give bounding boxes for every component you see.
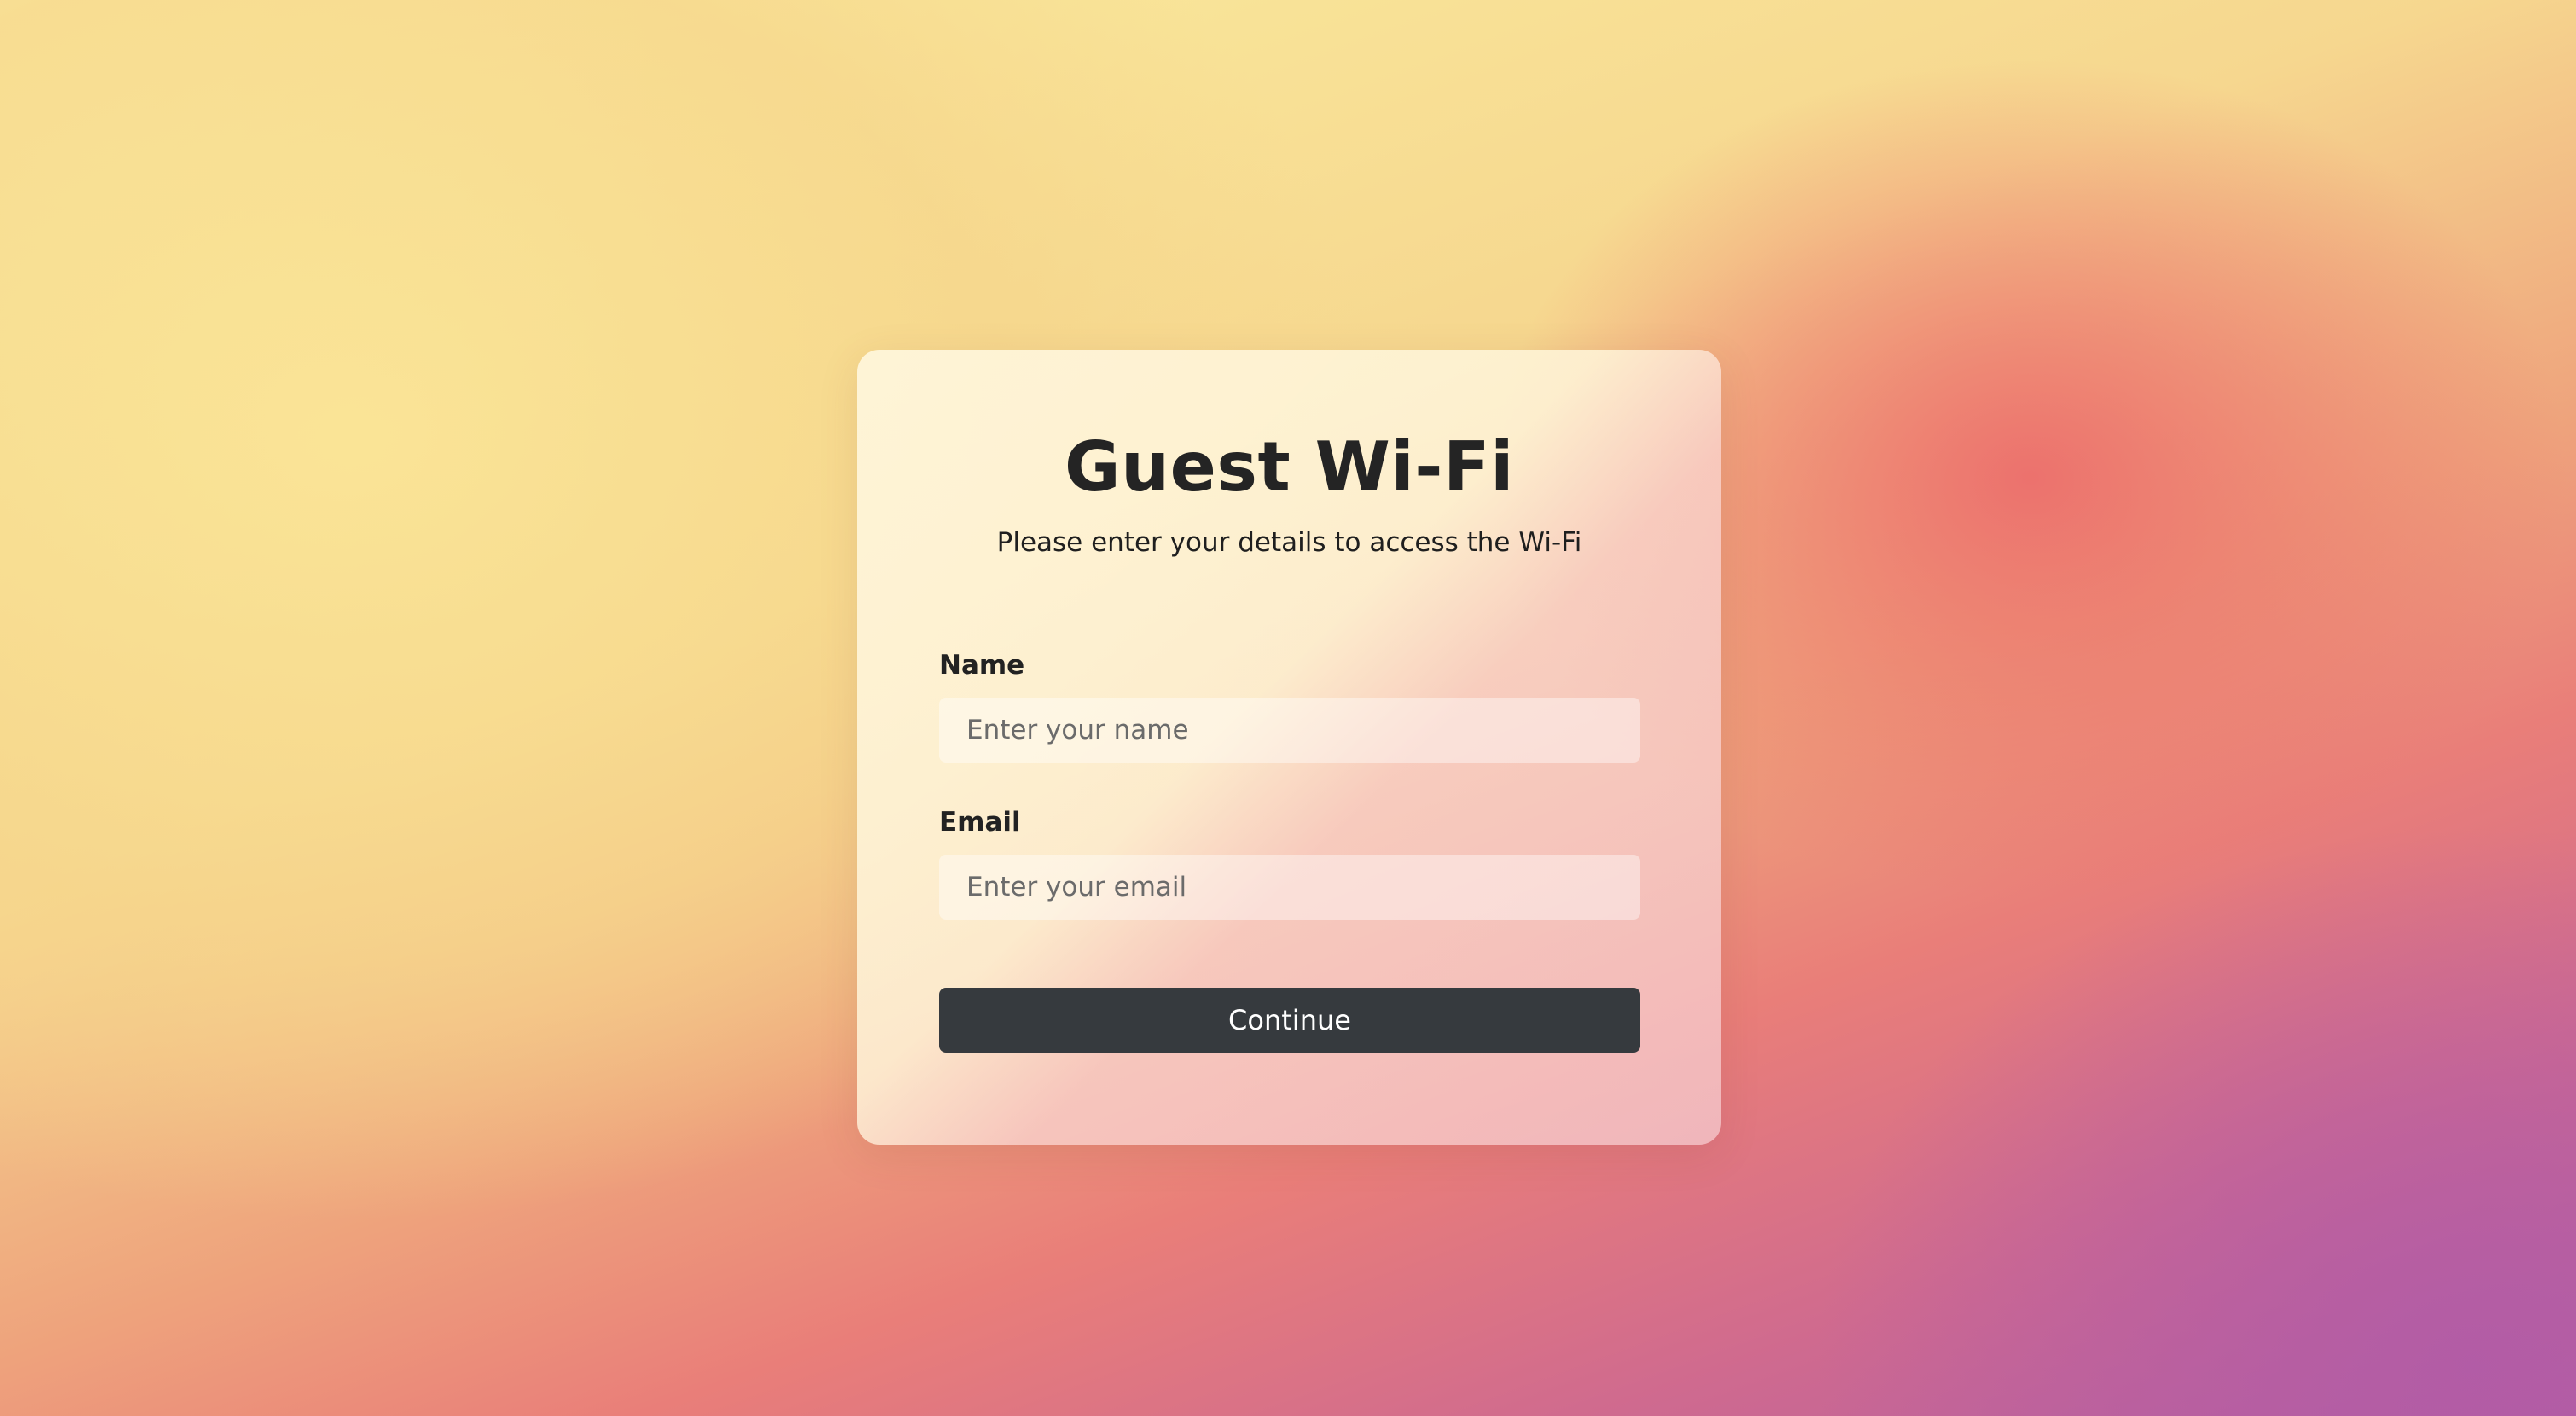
email-field-group: Email (939, 807, 1640, 920)
page-title: Guest Wi-Fi (1064, 427, 1515, 507)
page-subtitle: Please enter your details to access the … (996, 527, 1582, 558)
name-label: Name (939, 650, 1025, 681)
login-card: Guest Wi-Fi Please enter your details to… (857, 350, 1721, 1145)
name-field-group: Name (939, 650, 1640, 763)
continue-button[interactable]: Continue (939, 988, 1640, 1053)
name-input[interactable] (939, 698, 1640, 763)
email-label: Email (939, 807, 1021, 838)
guest-wifi-form: Name Email Continue (939, 650, 1640, 1053)
email-input[interactable] (939, 855, 1640, 920)
